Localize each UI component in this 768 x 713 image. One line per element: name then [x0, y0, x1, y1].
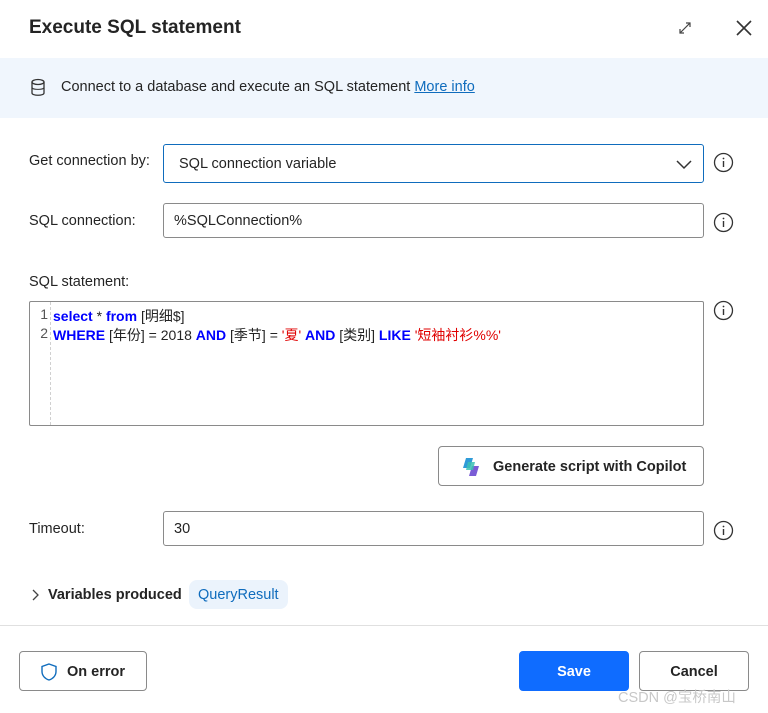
footer-divider — [0, 625, 768, 626]
sql-statement-label: SQL statement: — [29, 274, 130, 290]
dialog-header: Execute SQL statement — [0, 0, 768, 58]
expand-button[interactable] — [674, 17, 696, 39]
variables-produced-label: Variables produced — [48, 587, 182, 603]
close-icon — [736, 20, 752, 36]
sql-keyword: select — [53, 308, 93, 324]
expand-icon — [679, 22, 691, 34]
more-info-link[interactable]: More info — [414, 79, 474, 95]
variable-chip-queryresult[interactable]: QueryResult — [189, 580, 288, 609]
info-icon[interactable] — [713, 152, 734, 173]
shield-icon — [41, 663, 57, 681]
info-text: Connect to a database and execute an SQL… — [61, 79, 475, 95]
info-description: Connect to a database and execute an SQL… — [61, 79, 415, 95]
database-icon — [31, 78, 45, 96]
info-icon[interactable] — [713, 212, 734, 233]
sql-keyword: LIKE — [378, 327, 411, 343]
timeout-value: 30 — [174, 521, 191, 537]
connection-by-value: SQL connection variable — [179, 156, 337, 172]
chevron-down-icon — [676, 160, 692, 170]
code-line-1: select * from [明细$] — [53, 306, 185, 326]
code-line-2: WHERE [年份] = 2018 AND [季节] = '夏' AND [类别… — [53, 325, 501, 345]
connection-by-label: Get connection by: — [29, 153, 150, 169]
info-icon[interactable] — [713, 300, 734, 321]
dialog-title: Execute SQL statement — [29, 17, 241, 38]
sql-string: '夏' — [281, 327, 302, 343]
sql-connection-input[interactable]: %SQLConnection% — [163, 203, 704, 238]
cancel-button[interactable]: Cancel — [639, 651, 749, 691]
sql-keyword: WHERE — [53, 327, 106, 343]
line-number: 1 — [40, 306, 48, 322]
connection-by-select[interactable]: SQL connection variable — [163, 144, 704, 183]
sql-text: [明细$] — [137, 308, 185, 324]
close-button[interactable] — [733, 17, 755, 39]
sql-keyword: from — [105, 308, 138, 324]
sql-string: '短袖衬衫%%' — [414, 327, 501, 343]
sql-text: [季节] = — [226, 327, 282, 343]
line-gutter: 1 2 — [30, 302, 51, 425]
save-button[interactable]: Save — [519, 651, 629, 691]
line-number: 2 — [40, 325, 48, 341]
timeout-input[interactable]: 30 — [163, 511, 704, 546]
sql-connection-label: SQL connection: — [29, 213, 136, 229]
chevron-right-icon[interactable] — [29, 588, 41, 602]
generate-script-copilot-button[interactable]: Generate script with Copilot — [438, 446, 704, 486]
sql-keyword: AND — [195, 327, 227, 343]
info-bar: Connect to a database and execute an SQL… — [0, 58, 768, 118]
copilot-button-label: Generate script with Copilot — [493, 459, 687, 475]
sql-statement-editor[interactable]: 1 2 select * from [明细$] WHERE [年份] = 201… — [29, 301, 704, 426]
sql-text: * — [92, 308, 106, 324]
timeout-label: Timeout: — [29, 521, 85, 537]
watermark: CSDN @宝桥南山 — [618, 690, 736, 706]
sql-keyword: AND — [305, 327, 336, 343]
sql-connection-value: %SQLConnection% — [174, 213, 303, 229]
sql-text: [类别] — [335, 327, 379, 343]
sql-text: [年份] = 2018 — [105, 327, 196, 343]
info-icon[interactable] — [713, 520, 734, 541]
on-error-button[interactable]: On error — [19, 651, 147, 691]
on-error-label: On error — [67, 664, 126, 680]
copilot-icon — [463, 458, 479, 476]
